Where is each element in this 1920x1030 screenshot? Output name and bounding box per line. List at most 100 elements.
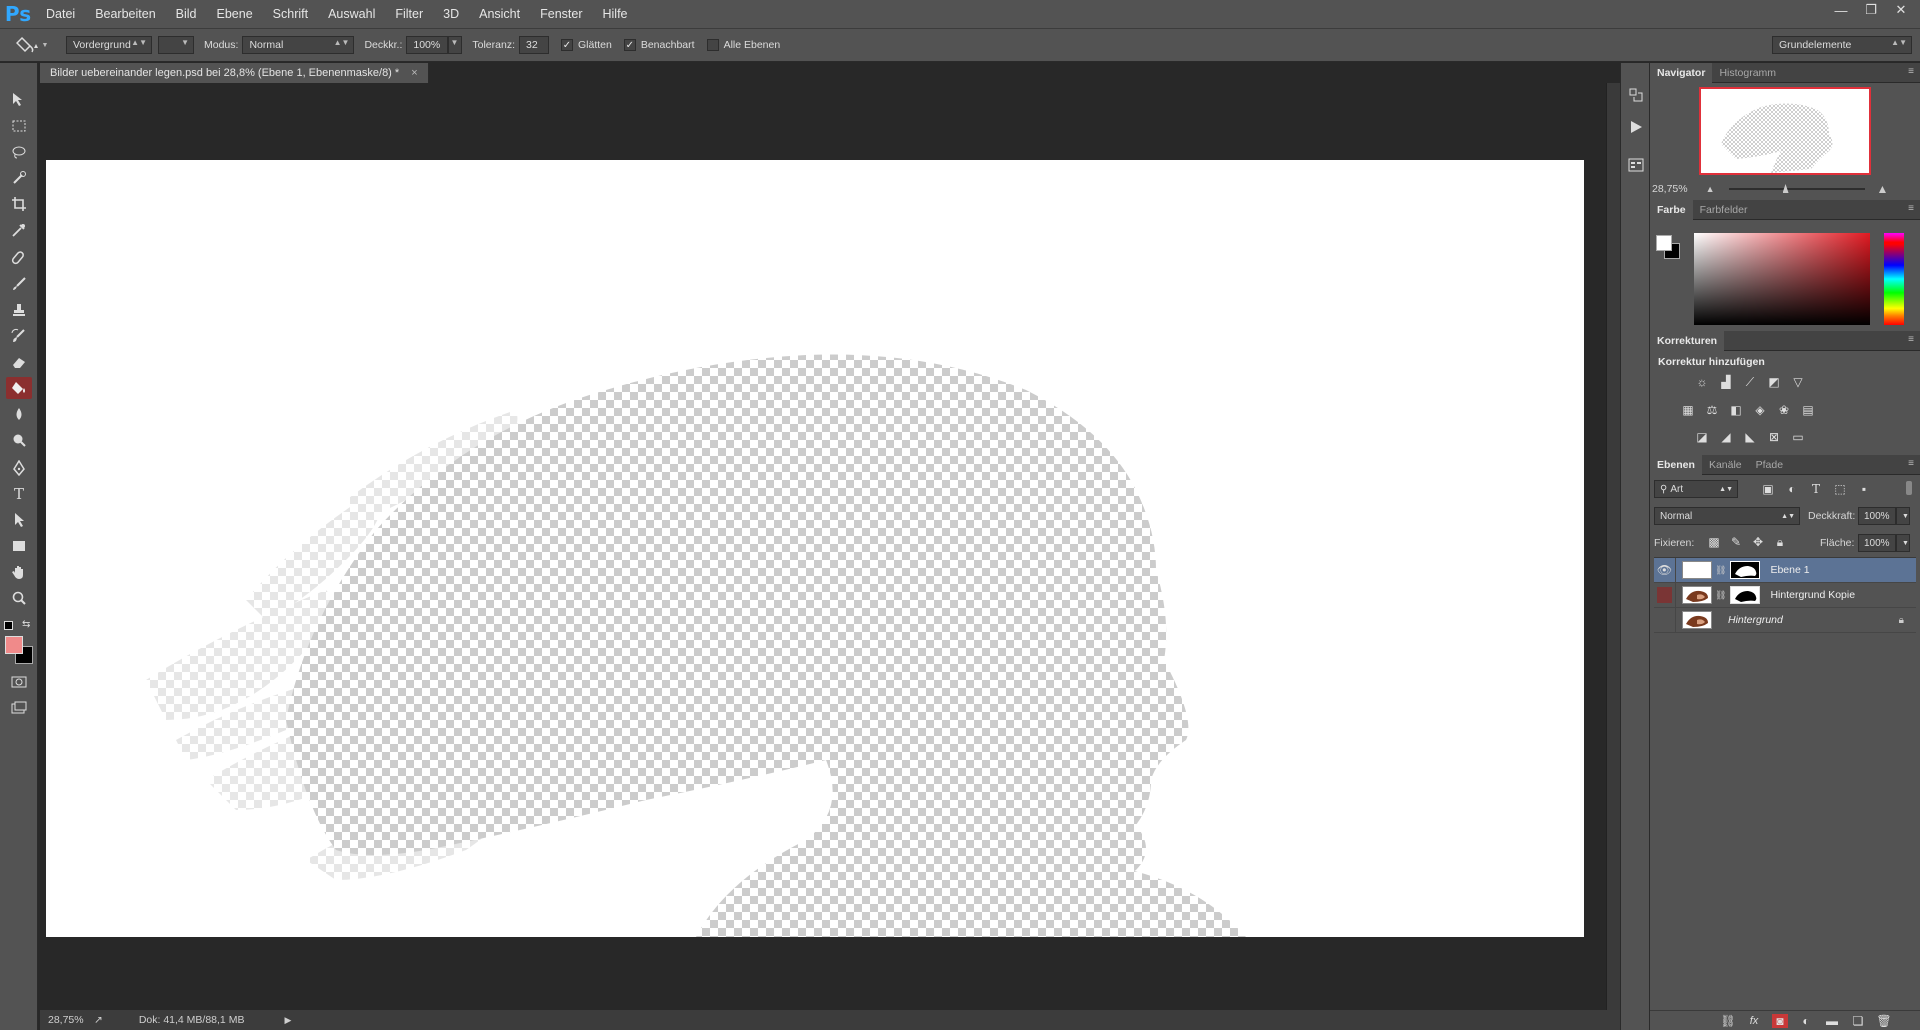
brightness-contrast-icon[interactable]: ☼ [1694,375,1710,389]
navigator-zoom-thumb[interactable] [1782,184,1789,193]
pen-tool-icon[interactable] [6,457,32,479]
eyedropper-tool-icon[interactable] [6,219,32,241]
zoom-out-icon[interactable]: ▲ [1706,184,1715,194]
minimize-icon[interactable]: — [1826,0,1856,20]
lock-position-icon[interactable]: ✥ [1750,535,1766,549]
brush-tool-icon[interactable] [6,273,32,295]
layers-panel-menu-icon[interactable]: ≡ [1908,458,1914,469]
menu-ansicht[interactable]: Ansicht [469,0,530,28]
zoom-tool-icon[interactable] [6,587,32,609]
menu-auswahl[interactable]: Auswahl [318,0,385,28]
layer-row-hintergrund[interactable]: Hintergrund 🔒︎ [1654,607,1916,633]
menu-bearbeiten[interactable]: Bearbeiten [85,0,165,28]
new-group-icon[interactable]: ▬ [1824,1014,1840,1028]
navigator-zoom-value[interactable]: 28,75% [1652,183,1688,195]
history-panel-icon[interactable] [1626,85,1646,105]
contiguous-checkbox[interactable]: ✓ Benachbart [623,39,695,51]
layer-row-hintergrund-kopie[interactable]: ⛓︎ Hintergrund Kopie [1654,582,1916,608]
link-layers-icon[interactable]: ⛓︎ [1720,1014,1736,1028]
menu-filter[interactable]: Filter [385,0,433,28]
paint-bucket-tool-preset-icon[interactable]: ▼ [12,35,52,55]
mode-select[interactable]: Normal ▲▼ [242,36,355,54]
tab-swatches[interactable]: Farbfelder [1693,200,1755,220]
navigator-zoom-slider[interactable] [1728,184,1865,193]
type-tool-icon[interactable]: T [6,483,32,505]
healing-brush-tool-icon[interactable] [6,247,32,269]
blend-mode-select[interactable]: Normal ▲▼ [1654,507,1800,525]
tab-channels[interactable]: Kanäle [1702,455,1749,475]
lock-all-icon[interactable]: 🔒︎ [1772,535,1788,549]
screen-mode-icon[interactable] [6,697,32,719]
tab-color[interactable]: Farbe [1650,199,1693,220]
fill-dropdown[interactable]: ▼ [1896,534,1910,552]
crop-tool-icon[interactable] [6,193,32,215]
gradient-map-icon[interactable]: ▭ [1790,430,1806,444]
opacity-dropdown-button[interactable]: ▼ [448,36,463,54]
invert-icon[interactable]: ◪ [1694,430,1710,444]
channel-mixer-icon[interactable]: ❀ [1776,403,1792,417]
eraser-tool-icon[interactable] [6,351,32,373]
menu-fenster[interactable]: Fenster [530,0,592,28]
foreground-color-swatch[interactable] [5,636,23,654]
menu-3d[interactable]: 3D [433,0,469,28]
menu-ebene[interactable]: Ebene [207,0,263,28]
smooth-checkbox[interactable]: ✓ Glätten [560,39,612,51]
document-canvas[interactable] [46,160,1584,937]
opacity-input[interactable]: 100% [406,36,449,54]
clone-stamp-tool-icon[interactable] [6,299,32,321]
layer-row-ebene-1[interactable]: 👁︎ ⛓︎ Ebene 1 [1654,557,1916,583]
quick-selection-tool-icon[interactable] [6,167,32,189]
adjustments-panel-menu-icon[interactable]: ≡ [1908,334,1914,345]
delete-layer-icon[interactable]: 🗑︎ [1876,1014,1892,1028]
default-colors-icon[interactable] [4,621,13,630]
layer-filter-select[interactable]: ⚲ Art ▲▼ [1654,480,1738,498]
layer-opacity-dropdown[interactable]: ▼ [1896,507,1910,525]
color-lookup-icon[interactable]: ▤ [1800,403,1816,417]
menu-datei[interactable]: Datei [36,0,85,28]
filter-adjustment-icon[interactable]: ◐ [1784,482,1800,496]
marquee-tool-icon[interactable] [6,115,32,137]
navigator-panel-menu-icon[interactable]: ≡ [1908,66,1914,77]
threshold-icon[interactable]: ◣ [1742,430,1758,444]
hand-tool-icon[interactable] [6,561,32,583]
visibility-toggle-off[interactable] [1654,607,1676,633]
status-menu-arrow-icon[interactable]: ▶ [284,1015,291,1026]
add-mask-icon[interactable]: ◙ [1772,1014,1788,1028]
filter-toggle[interactable] [1906,481,1912,495]
lasso-tool-icon[interactable] [6,141,32,163]
menu-schrift[interactable]: Schrift [263,0,318,28]
navigator-preview[interactable] [1699,87,1871,175]
photo-filter-icon[interactable]: ◈ [1752,403,1768,417]
visibility-toggle-off[interactable] [1654,582,1676,608]
new-adjustment-layer-icon[interactable]: ◐ [1798,1014,1814,1028]
layer-opacity-input[interactable]: 100% [1858,507,1896,525]
curves-icon[interactable]: ⟋ [1742,375,1758,389]
new-layer-icon[interactable]: ❏ [1850,1014,1866,1028]
properties-panel-icon[interactable] [1626,155,1646,175]
fill-input[interactable]: 100% [1858,534,1896,552]
hue-saturation-icon[interactable]: ▦ [1680,403,1696,417]
lock-pixels-icon[interactable]: ✎ [1728,535,1744,549]
move-tool-icon[interactable] [6,89,32,111]
filter-shape-icon[interactable]: ⬚ [1832,482,1848,496]
filter-smart-object-icon[interactable]: ▪ [1856,482,1872,496]
layer-mask-thumbnail[interactable] [1730,586,1761,604]
document-tab[interactable]: Bilder uebereinander legen.psd bei 28,8%… [40,63,429,83]
filter-type-icon[interactable]: T [1808,482,1824,496]
color-panel-menu-icon[interactable]: ≡ [1908,203,1914,214]
tab-navigator[interactable]: Navigator [1650,62,1713,83]
black-white-icon[interactable]: ◧ [1728,403,1744,417]
tab-paths[interactable]: Pfade [1749,455,1790,475]
levels-icon[interactable]: ▟ [1718,375,1734,389]
filter-pixel-icon[interactable]: ▣ [1760,482,1776,496]
quick-mask-icon[interactable] [6,671,32,693]
history-brush-tool-icon[interactable] [6,325,32,347]
tab-layers[interactable]: Ebenen [1650,454,1702,475]
vertical-scrollbar[interactable] [1606,83,1620,1010]
actions-play-icon[interactable] [1626,117,1646,137]
lock-transparency-icon[interactable]: ▩ [1706,535,1722,549]
posterize-icon[interactable]: ◢ [1718,430,1734,444]
mask-link-icon[interactable]: ⛓︎ [1715,590,1726,601]
tab-adjustments[interactable]: Korrekturen [1650,330,1725,351]
fill-source-select[interactable]: Vordergrund ▲▼ [66,36,152,54]
